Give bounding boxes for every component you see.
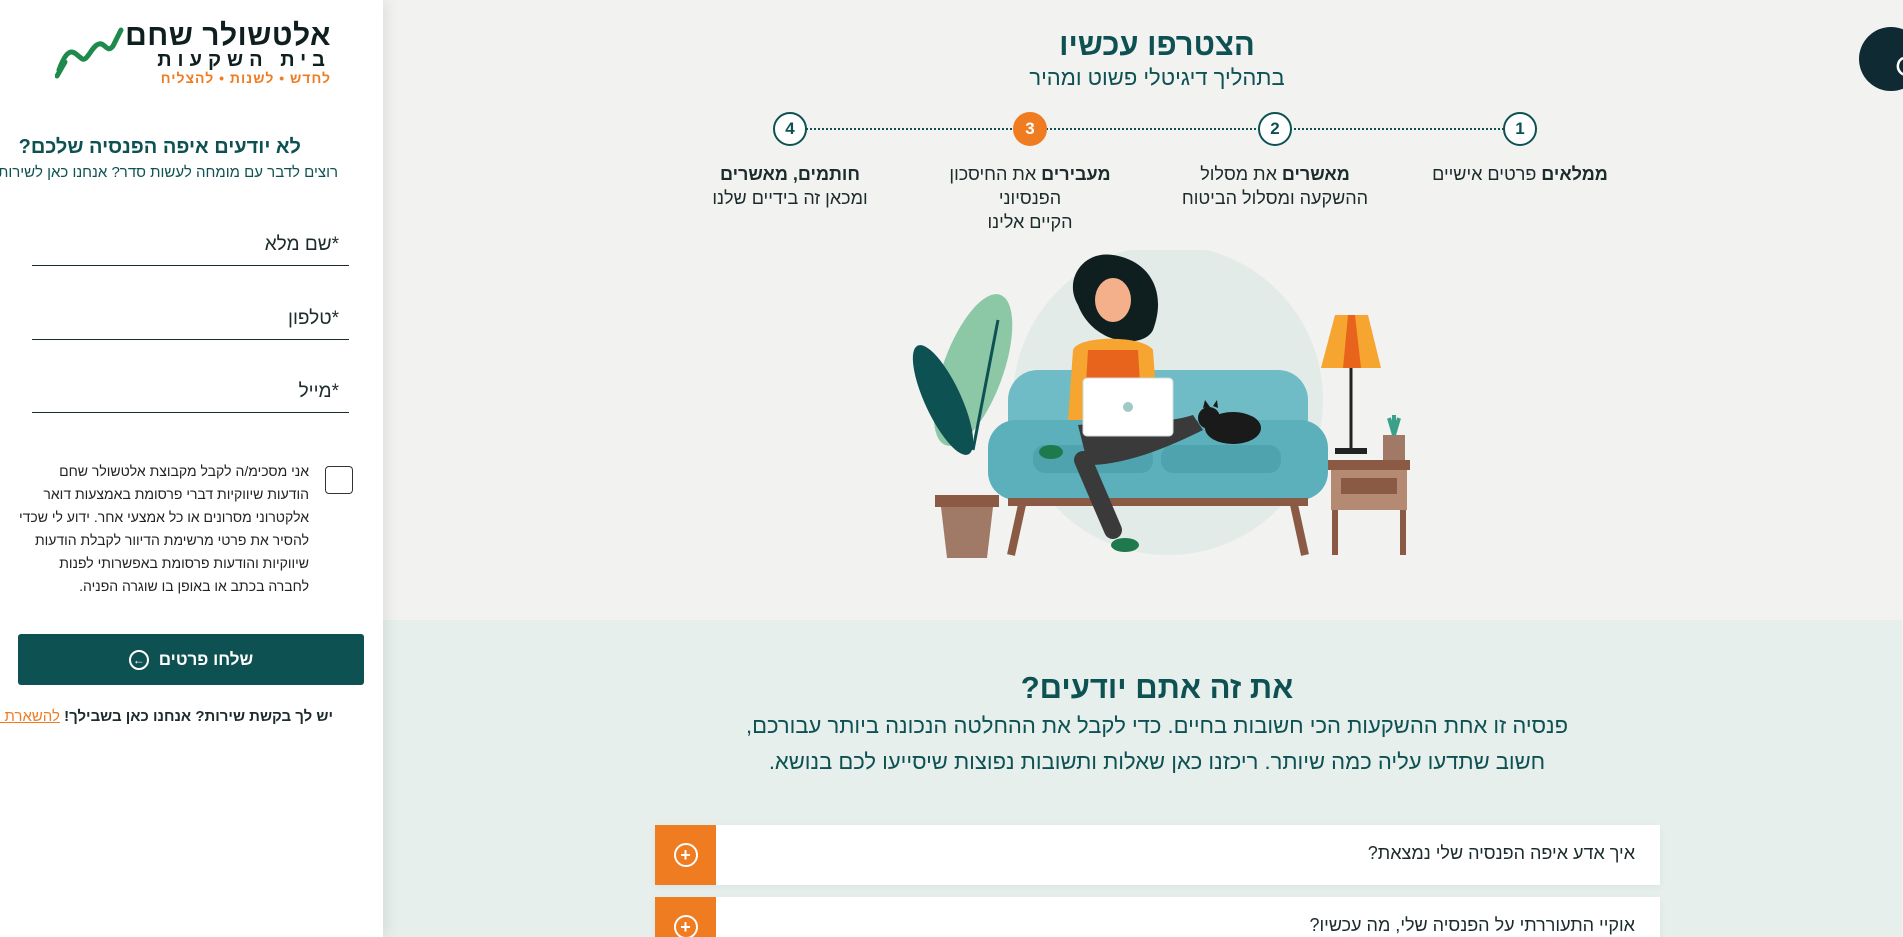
faq-desc-line-1: פנסיה זו אחת ההשקעות הכי חשובות בחיים. כ… [746, 713, 1569, 738]
service-request-link[interactable]: להשארת פנייה [0, 708, 61, 725]
step-2-circle: 2 [1259, 112, 1293, 146]
phone-field[interactable]: *טלפון [33, 294, 350, 340]
step-2-rest: את מסלול [1201, 164, 1283, 184]
step-4-line2: ומכאן זה בידיים שלנו [713, 188, 869, 208]
brand-sub: בית השקעות [158, 49, 332, 71]
arrow-left-circle-icon: ← [129, 649, 150, 670]
service-request-line: יש לך בקשת שירות? אנחנו כאן בשבילך! להשא… [0, 708, 334, 725]
steps-connector [792, 128, 1521, 130]
step-1-bold: ממלאים [1542, 164, 1609, 184]
step-4-circle: 4 [774, 112, 808, 146]
step-2-line2: ההשקעה ומסלול הביטוח [1182, 188, 1370, 208]
plus-circle-icon: + [674, 915, 699, 937]
step-4-bold: חותמים, מאשרים [721, 164, 861, 184]
plus-circle-icon: + [674, 843, 699, 867]
faq-question: אוקיי התעוררתי על הפנסיה שלי, מה עכשיו? [1310, 915, 1636, 935]
brand-logo[interactable]: אלטשולר שחם בית השקעות לחדש • לשנות • לה… [56, 19, 332, 86]
step-4-text: חותמים, מאשרים ומכאן זה בידיים שלנו [681, 162, 901, 210]
faq-item[interactable]: אוקיי התעוררתי על הפנסיה שלי, מה עכשיו? … [656, 897, 1661, 937]
step-3-line2: הקיים אלינו [988, 212, 1074, 232]
step-1-rest: פרטים אישיים [1433, 164, 1543, 184]
consent-checkbox[interactable] [326, 466, 354, 494]
sidebar-subtitle: רוצים לדבר עם מומחה לעשות סדר? אנחנו כאן… [0, 164, 339, 181]
submit-label: שלחו פרטים [159, 649, 255, 669]
step-1-text: ממלאים פרטים אישיים [1411, 162, 1631, 186]
full-name-field[interactable]: *שם מלא [33, 220, 350, 266]
main-content: הצטרפו עכשיו בתהליך דיגיטלי פשוט ומהיר 1… [384, 0, 1903, 937]
step-2-text: מאשרים את מסלול ההשקעה ומסלול הביטוח [1166, 162, 1386, 210]
faq-expand-button[interactable]: + [656, 897, 717, 937]
faq-title: את זה אתם יודעים? [1021, 670, 1295, 705]
phone-input[interactable] [33, 294, 350, 339]
faq-desc-line-2: חשוב שתדעו עליה כמה שיותר. ריכזנו כאן שא… [769, 749, 1547, 774]
lead-form-sidebar: אלטשולר שחם בית השקעות לחדש • לשנות • לה… [0, 0, 384, 937]
email-input[interactable] [33, 367, 350, 412]
faq-expand-button[interactable]: + [656, 825, 717, 885]
logo-mark-icon [56, 27, 125, 79]
woman-on-sofa-illustration [913, 250, 1411, 558]
step-3-circle: 3 [1014, 112, 1048, 146]
step-3-text: מעבירים את החיסכון הפנסיוני הקיים אלינו [921, 162, 1141, 234]
step-3-bold: מעבירים [1042, 164, 1112, 184]
brand-name: אלטשולר שחם [126, 19, 332, 52]
faq-item[interactable]: איך אדע איפה הפנסיה שלי נמצאת? + [656, 825, 1661, 885]
faq-question: איך אדע איפה הפנסיה שלי נמצאת? [1368, 843, 1636, 863]
consent-text: אני מסכימ/ה לקבל מקבוצת אלטשולר שחם הודע… [19, 463, 310, 594]
service-request-text: יש לך בקשת שירות? אנחנו כאן בשבילך! [65, 708, 334, 725]
brand-tagline: לחדש • לשנות • להצליח [161, 70, 332, 86]
email-field[interactable]: *מייל [33, 367, 350, 413]
submit-button[interactable]: שלחו פרטים ← [19, 634, 365, 685]
step-2-bold: מאשרים [1282, 164, 1351, 184]
join-hero: הצטרפו עכשיו בתהליך דיגיטלי פשוט ומהיר 1… [384, 5, 1903, 620]
faq-section: את זה אתם יודעים? פנסיה זו אחת ההשקעות ה… [384, 620, 1903, 937]
full-name-input[interactable] [33, 220, 350, 265]
marketing-consent: אני מסכימ/ה לקבל מקבוצת אלטשולר שחם הודע… [14, 460, 354, 594]
sidebar-title: לא יודעים איפה הפנסיה שלכם? [19, 136, 302, 158]
hero-title: הצטרפו עכשיו [1060, 27, 1256, 62]
step-1-circle: 1 [1504, 112, 1538, 146]
accessibility-icon [1897, 57, 1903, 75]
hero-subtitle: בתהליך דיגיטלי פשוט ומהיר [1030, 65, 1286, 90]
faq-description: פנסיה זו אחת ההשקעות הכי חשובות בחיים. כ… [384, 708, 1903, 780]
